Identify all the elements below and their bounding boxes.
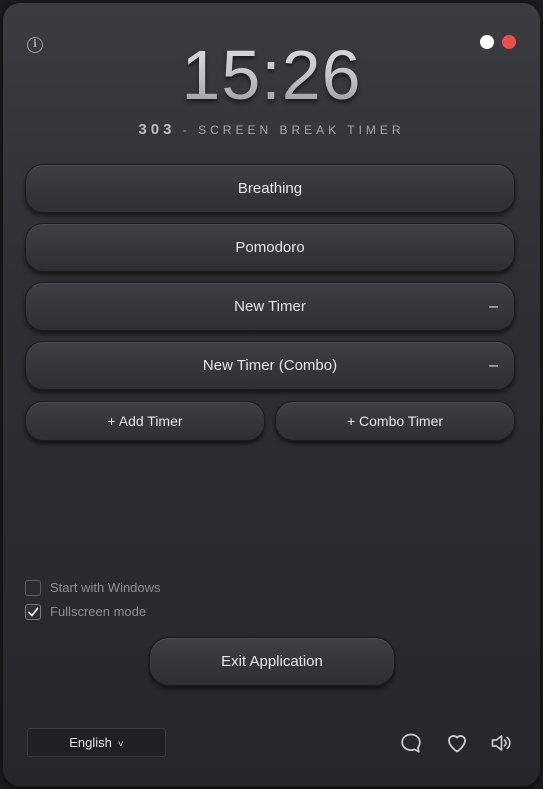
timer-new-combo-button[interactable]: New Timer (Combo) – bbox=[25, 341, 515, 390]
clock-time: 15:26 bbox=[2, 32, 541, 118]
timer-new-timer-button[interactable]: New Timer – bbox=[25, 282, 515, 331]
checkbox-label: Fullscreen mode bbox=[50, 604, 147, 619]
timer-label: New Timer (Combo) bbox=[202, 357, 338, 374]
start-with-windows-setting[interactable]: Start with Windows bbox=[25, 579, 161, 597]
language-value: English bbox=[69, 735, 112, 750]
remove-timer-button[interactable]: – bbox=[489, 342, 498, 389]
volume-icon[interactable] bbox=[489, 731, 513, 755]
add-combo-timer-button[interactable]: + Combo Timer bbox=[275, 401, 515, 441]
app-subtitle: 303 - SCREEN BREAK TIMER bbox=[2, 121, 541, 138]
start-with-windows-checkbox[interactable] bbox=[25, 580, 41, 596]
heart-icon[interactable] bbox=[445, 731, 469, 755]
checkmark-icon bbox=[28, 607, 39, 617]
app-number: 303 bbox=[138, 121, 176, 138]
language-select[interactable]: English ˅ bbox=[27, 728, 166, 757]
checkbox-label: Start with Windows bbox=[50, 580, 161, 595]
chevron-down-icon: ˅ bbox=[117, 739, 124, 750]
timer-label: New Timer bbox=[234, 298, 306, 315]
exit-application-button[interactable]: Exit Application bbox=[149, 637, 395, 686]
subtitle-text: SCREEN BREAK TIMER bbox=[198, 123, 405, 137]
chat-bubble-icon[interactable] bbox=[399, 731, 423, 755]
timer-breathing-button[interactable]: Breathing bbox=[25, 164, 515, 213]
app-window: i 15:26 303 - SCREEN BREAK TIMER Breathi… bbox=[2, 2, 541, 787]
add-timer-button[interactable]: + Add Timer bbox=[25, 401, 265, 441]
timer-label: Breathing bbox=[237, 180, 303, 197]
remove-timer-button[interactable]: – bbox=[489, 283, 498, 330]
fullscreen-mode-checkbox[interactable] bbox=[25, 604, 41, 620]
timer-pomodoro-button[interactable]: Pomodoro bbox=[25, 223, 515, 272]
subtitle-separator: - bbox=[175, 123, 199, 137]
timer-label: Pomodoro bbox=[235, 239, 305, 256]
fullscreen-mode-setting[interactable]: Fullscreen mode bbox=[25, 603, 146, 621]
